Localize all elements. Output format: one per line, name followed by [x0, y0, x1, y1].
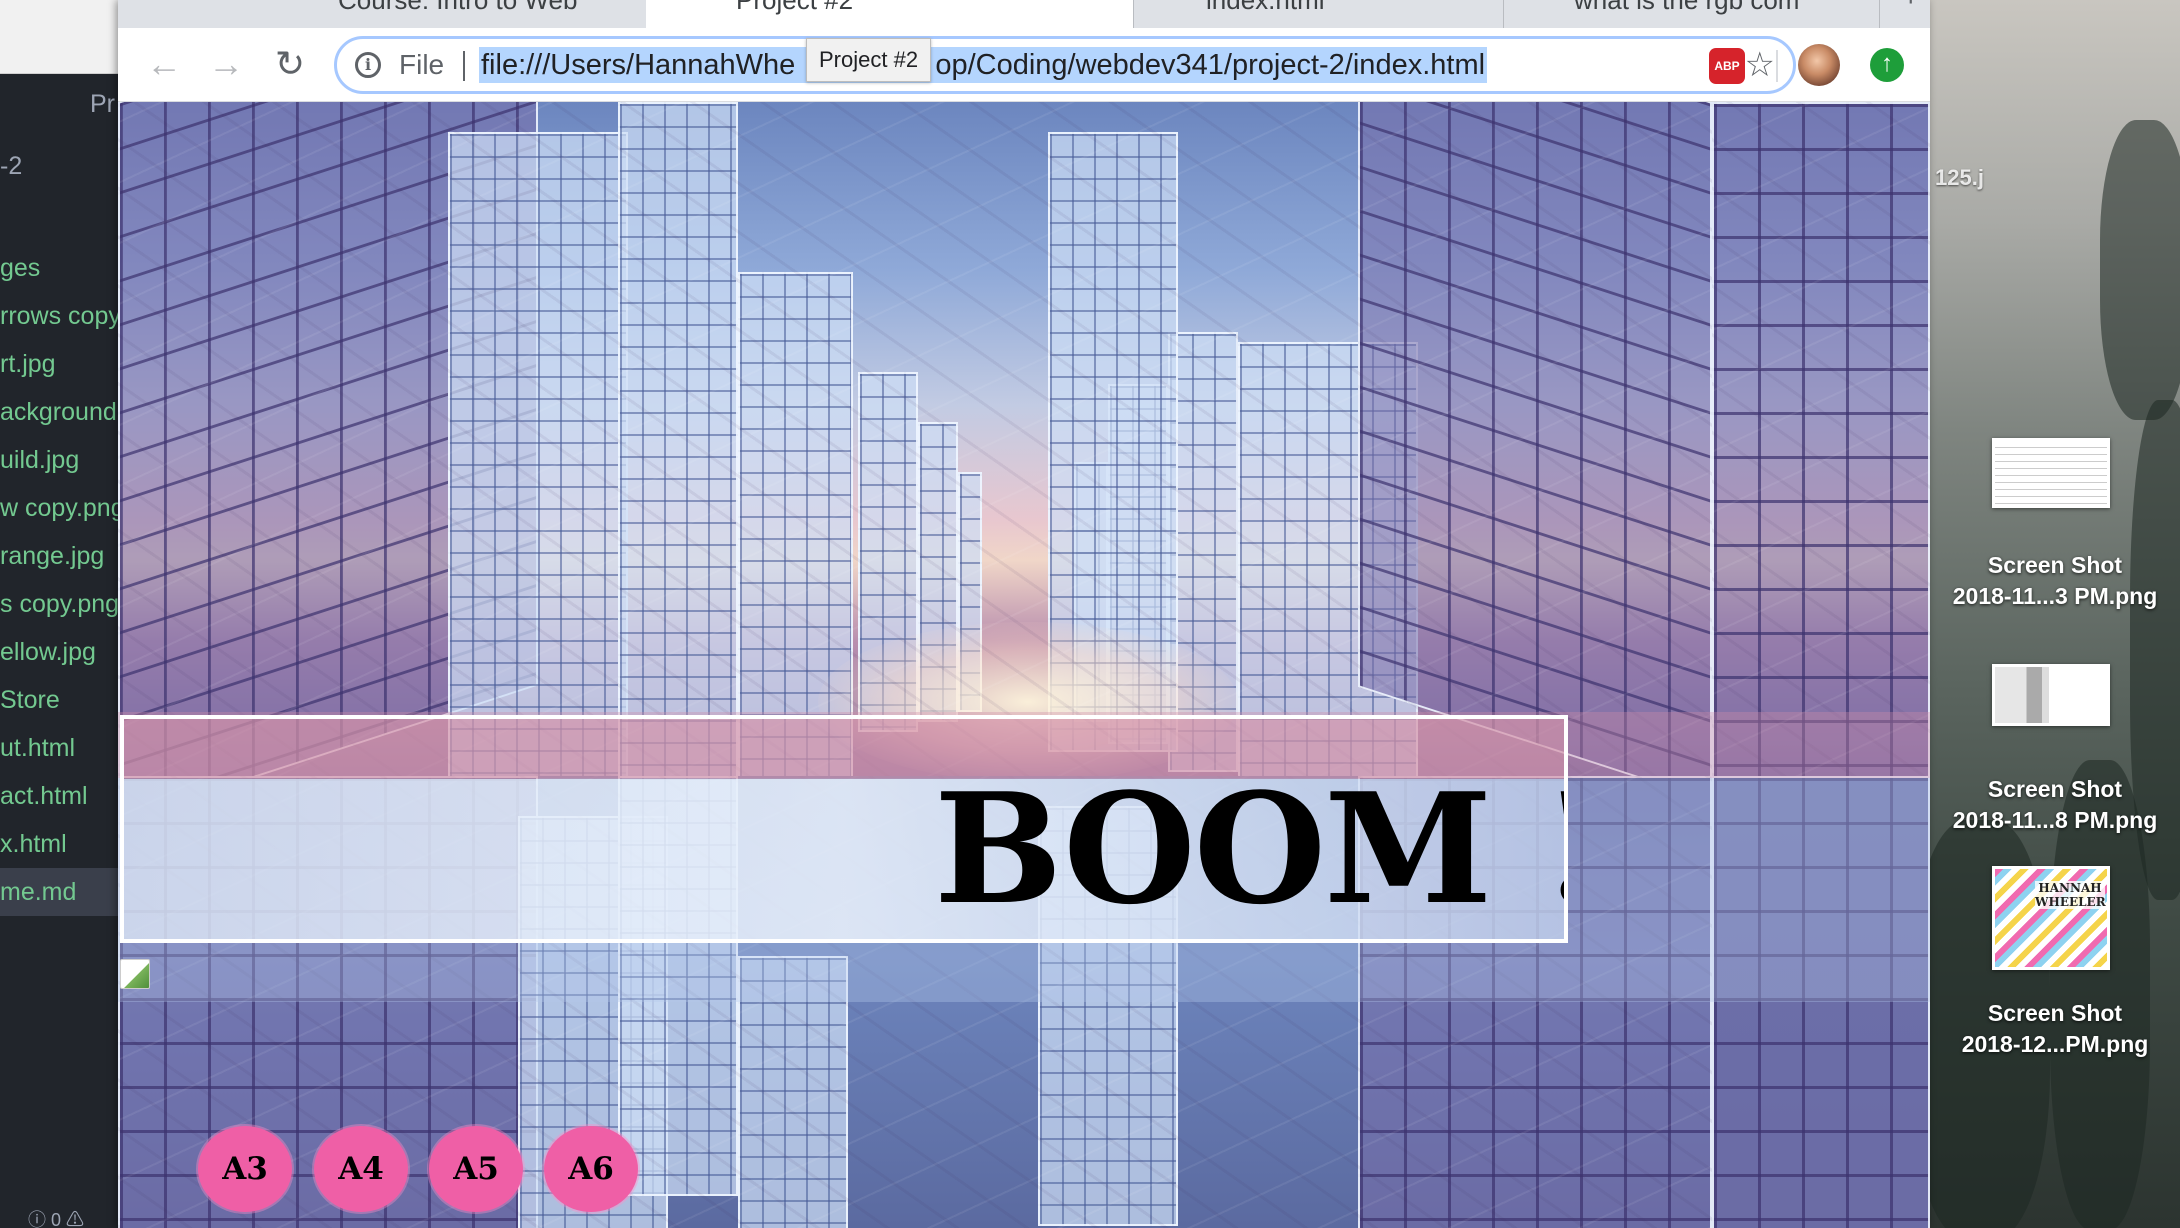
adblock-plus-icon[interactable]: ABP: [1709, 48, 1745, 84]
desktop-file-2-line1: Screen Shot: [1987, 776, 2123, 802]
file-tree-item[interactable]: s copy.png: [0, 580, 120, 628]
url-text[interactable]: file:///Users/HannahWhe op/Coding/webdev3…: [479, 47, 1488, 83]
file-tree-item[interactable]: Store: [0, 676, 120, 724]
desktop-file-1-line2: 2018-11...3 PM.png: [1952, 583, 2158, 609]
file-tree-item-selected[interactable]: me.md: [0, 868, 120, 916]
file-tree-item[interactable]: w copy.png: [0, 484, 120, 532]
new-tab-button[interactable]: +: [1902, 0, 1920, 14]
address-bar[interactable]: i File file:///Users/HannahWhe op/Coding/…: [334, 36, 1796, 94]
city-background-image-repeat: [1712, 102, 1930, 776]
nav-button-a3[interactable]: A3: [198, 1126, 292, 1212]
screenshot-thumbnail-3[interactable]: HANNAH WHEELER: [1992, 866, 2110, 970]
tab-google-search[interactable]: what is the rgb com ×: [1504, 0, 1880, 28]
code-editor-sidebar: Pr -2 ges rrows copy rt.jpg ackground ui…: [0, 0, 120, 1228]
hero-banner: BOOM !: [120, 715, 1568, 943]
tab-project-2[interactable]: Project #2 ×: [646, 0, 1134, 28]
scheme-label: File: [399, 49, 445, 80]
desktop-file-3-line2: 2018-12...PM.png: [1961, 1031, 2149, 1057]
bookmark-star-icon[interactable]: ☆: [1745, 45, 1775, 85]
tab-label: what is the rgb com: [1574, 0, 1800, 15]
forward-button[interactable]: →: [204, 42, 248, 86]
url-start: file:///Users/HannahWhe: [481, 49, 796, 81]
editor-titlebar: [0, 0, 120, 74]
file-tree-item[interactable]: uild.jpg: [0, 436, 120, 484]
tab-label: index.html: [1206, 0, 1325, 15]
desktop-file-1-line1: Screen Shot: [1987, 552, 2123, 578]
screenshot-thumbnail-1[interactable]: [1992, 438, 2110, 508]
reload-button[interactable]: ↻: [268, 42, 312, 86]
browser-toolbar: ← → ↻ i File file:///Users/HannahWhe op/C…: [118, 28, 1930, 102]
browser-window: Course: Intro to Web × Project #2 × inde…: [118, 0, 1930, 1228]
page-viewport: BOOM ! A3 A4 A5 A6: [118, 102, 1930, 1228]
tab-index-html[interactable]: index.html ×: [1134, 0, 1504, 28]
update-arrow-icon[interactable]: ↑: [1870, 48, 1904, 82]
toolbar-divider: [1776, 50, 1778, 82]
desktop-file-fragment[interactable]: 125.j: [1935, 165, 1984, 191]
file-tree-item[interactable]: rrows copy: [0, 292, 120, 340]
file-tree-item[interactable]: range.jpg: [0, 532, 120, 580]
nav-button-a4[interactable]: A4: [314, 1126, 408, 1212]
file-tree-item[interactable]: rt.jpg: [0, 340, 120, 388]
file-tree-item[interactable]: ellow.jpg: [0, 628, 120, 676]
city-background-image: [118, 102, 1712, 776]
editor-status-bar: ⓘ 0 ⚠: [28, 1210, 85, 1228]
file-tree-item[interactable]: act.html: [0, 772, 120, 820]
file-tree-item[interactable]: ges: [0, 244, 120, 292]
info-icon[interactable]: i: [355, 52, 381, 78]
thumbnail-name-text: HANNAH WHEELER: [2035, 881, 2106, 909]
screen: 125.j Screen Shot 2018-11...3 PM.png Scr…: [0, 0, 2180, 1228]
nav-button-a6[interactable]: A6: [544, 1126, 638, 1212]
back-button[interactable]: ←: [142, 42, 186, 86]
tab-label: Project #2: [736, 0, 854, 15]
screenshot-thumbnail-2[interactable]: [1992, 664, 2110, 726]
profile-avatar[interactable]: [1798, 44, 1840, 86]
broken-image-icon: [120, 959, 150, 989]
file-tree-item[interactable]: ackground: [0, 388, 120, 436]
desktop-file-2[interactable]: Screen Shot 2018-11...8 PM.png: [1930, 774, 2180, 836]
tab-strip: Course: Intro to Web × Project #2 × inde…: [118, 0, 1930, 28]
desktop-file-1[interactable]: Screen Shot 2018-11...3 PM.png: [1930, 550, 2180, 612]
file-tree-item[interactable]: x.html: [0, 820, 120, 868]
tab-label: Course: Intro to Web: [338, 0, 578, 15]
project-folder[interactable]: -2: [0, 152, 22, 181]
file-tree-item[interactable]: ut.html: [0, 724, 120, 772]
banner-title: BOOM !: [934, 759, 1568, 938]
omnibox-divider: [463, 51, 465, 81]
editor-panel-title: Pr: [90, 90, 115, 118]
tab-tooltip: Project #2: [806, 38, 932, 82]
desktop-file-3[interactable]: Screen Shot 2018-12...PM.png: [1930, 998, 2180, 1060]
nav-button-a5[interactable]: A5: [429, 1126, 523, 1212]
url-end: op/Coding/webdev341/project-2/index.html: [935, 49, 1486, 81]
desktop-file-2-line2: 2018-11...8 PM.png: [1952, 807, 2158, 833]
desktop-file-3-line1: Screen Shot: [1987, 1000, 2123, 1026]
